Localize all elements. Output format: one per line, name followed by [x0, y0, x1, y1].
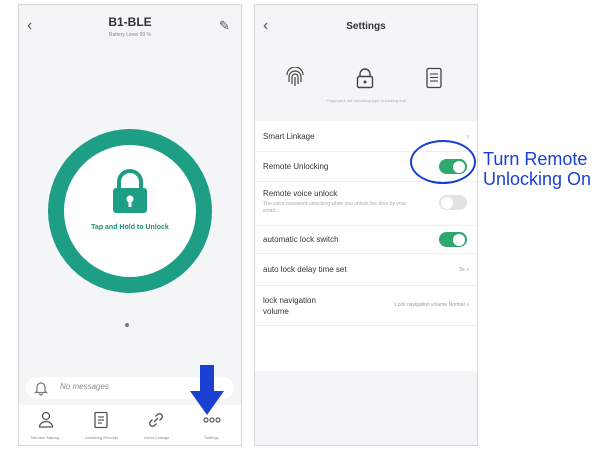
padlock-icon[interactable] — [355, 67, 375, 89]
row-label: Remote Unlocking — [263, 162, 329, 171]
page-title: Settings — [346, 21, 386, 32]
callout-line-1: Turn Remote — [483, 149, 588, 169]
row-label: lock navigation volume — [263, 296, 316, 316]
bell-icon — [34, 382, 48, 396]
battery-level: Battery Level 99 % — [109, 32, 151, 38]
row-remote-voice-unlock: Remote voice unlock The voice password u… — [255, 181, 477, 226]
settings-shortcuts: Fingerprint set Unlocking type Unlocking… — [255, 55, 477, 115]
down-arrow-icon — [190, 365, 224, 415]
unlock-button[interactable]: Tap and Hold to Unlock — [48, 129, 212, 293]
row-label: auto lock delay time set — [263, 265, 347, 274]
tab-users-linkage[interactable]: Users Linkage — [129, 405, 184, 445]
row-label: automatic lock switch — [263, 235, 339, 244]
remote-voice-unlock-toggle[interactable] — [439, 195, 467, 210]
tab-label: Settings — [204, 435, 219, 440]
row-description: The voice password unlocking when you un… — [263, 201, 407, 214]
tab-unlocking-records[interactable]: Unlocking Records — [74, 405, 129, 445]
annotation-callout: Turn Remote Unlocking On — [483, 149, 591, 189]
callout-line-2: Unlocking On — [483, 169, 592, 189]
fingerprint-icon[interactable] — [285, 67, 305, 89]
highlight-ellipse — [410, 140, 476, 184]
tab-label: Unlocking Records — [84, 435, 119, 440]
row-value: 5s > — [459, 267, 469, 273]
records-icon — [94, 411, 108, 429]
device-title: B1-BLE — [108, 15, 152, 29]
unlock-button-inner: Tap and Hold to Unlock — [64, 145, 196, 277]
link-icon — [149, 413, 163, 427]
tab-member-management[interactable]: Member Manag... — [19, 405, 74, 445]
tab-label: Users Linkage — [143, 435, 170, 440]
row-lock-navigation-volume[interactable]: lock navigation volume Lock navigation v… — [255, 285, 477, 326]
chevron-right-icon: > — [466, 134, 469, 140]
unlock-prompt: Tap and Hold to Unlock — [91, 224, 169, 231]
row-label: Remote voice unlock — [263, 189, 338, 198]
row-value: Lock navigation volume Normal > — [394, 302, 469, 308]
person-icon — [38, 411, 54, 428]
row-automatic-lock: automatic lock switch — [255, 225, 477, 254]
shortcut-captions: Fingerprint set Unlocking type Unlocking… — [326, 98, 406, 103]
edit-icon[interactable]: ✎ — [219, 18, 233, 34]
row-auto-lock-delay[interactable]: auto lock delay time set 5s > — [255, 253, 477, 286]
document-icon[interactable] — [425, 67, 443, 89]
lock-header: ‹ B1-BLE Battery Level 99 % ✎ — [19, 5, 241, 53]
tab-label: Member Manag... — [30, 435, 63, 440]
lock-icon — [113, 169, 147, 213]
settings-screen: ‹ Settings Fingerprint set Unlocking typ… — [254, 4, 478, 446]
message-text: No messages — [60, 382, 109, 391]
automatic-lock-toggle[interactable] — [439, 232, 467, 247]
row-label: Smart Linkage — [263, 132, 315, 141]
page-indicator — [125, 323, 129, 327]
